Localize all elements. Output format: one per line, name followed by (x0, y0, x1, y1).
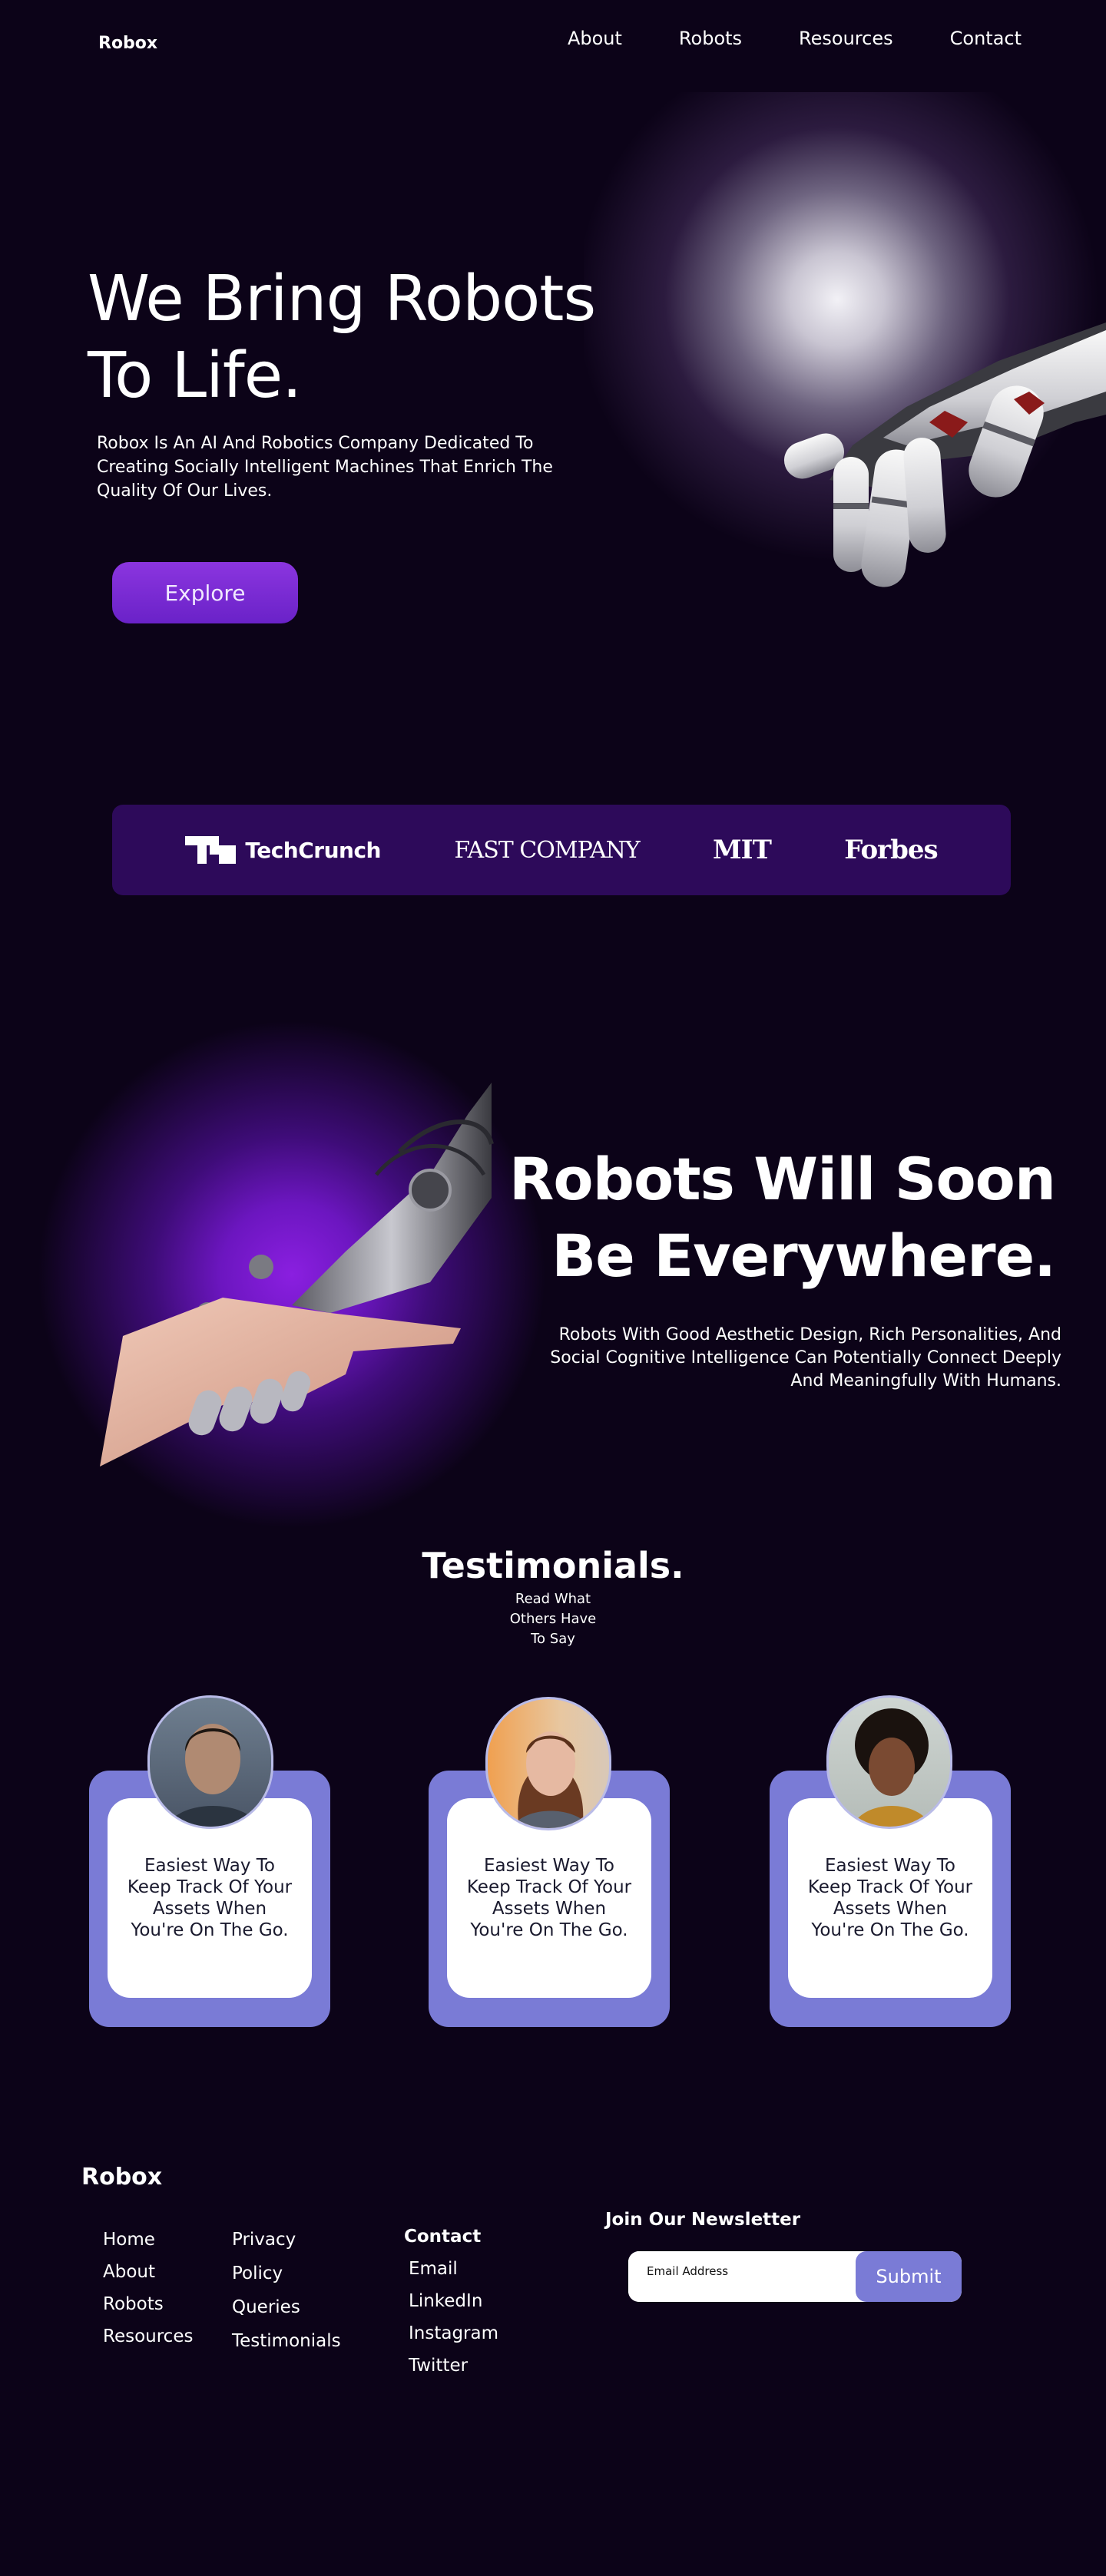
footer-column-info: Privacy Policy Queries Testimonials (232, 2230, 341, 2351)
person-3-image (852, 1708, 932, 1827)
fastcompany-wordmark: FAST COMPANY (454, 836, 640, 864)
mit-wordmark: MIT (713, 835, 772, 865)
submit-button[interactable]: Submit (856, 2251, 962, 2302)
section-subtitle: Robots With Good Aesthetic Design, Rich … (550, 1325, 1061, 1391)
brand-logo[interactable]: Robox (98, 34, 157, 53)
handshake-image (100, 1083, 494, 1467)
footer-link-instagram[interactable]: Instagram (404, 2323, 498, 2343)
newsletter-title: Join Our Newsletter (605, 2210, 801, 2230)
robot-hand-image (783, 322, 1106, 587)
footer-link-linkedin[interactable]: LinkedIn (404, 2291, 498, 2311)
press-logos-bar: TechCrunch FAST COMPANY MIT Forbes (112, 805, 1011, 895)
footer-link-robots[interactable]: Robots (103, 2294, 193, 2314)
mit-logo[interactable]: MIT (713, 835, 772, 865)
footer-link-about[interactable]: About (103, 2262, 193, 2282)
footer-link-queries[interactable]: Queries (232, 2297, 341, 2317)
person-2-image (511, 1731, 591, 1828)
footer-logo[interactable]: Robox (81, 2164, 162, 2191)
testimonials-title: Testimonials. (422, 1545, 684, 1586)
techcrunch-mark-icon (185, 836, 237, 864)
avatar (826, 1695, 952, 1829)
explore-button[interactable]: Explore (112, 562, 298, 623)
section-title: Robots Will Soon Be Everywhere. (508, 1145, 1056, 1290)
newsletter-form: Submit (628, 2251, 962, 2302)
testimonial-quote: Easiest Way To Keep Track Of Your Assets… (807, 1856, 973, 1940)
footer-link-privacy[interactable]: Privacy (232, 2230, 341, 2250)
email-field[interactable] (628, 2251, 856, 2302)
nav-link-about[interactable]: About (568, 28, 622, 49)
testimonials-subtitle: Read What Others Have To Say (0, 1589, 1106, 1649)
avatar (485, 1697, 611, 1830)
testimonials-subtitle-text: Read What Others Have To Say (509, 1591, 597, 1647)
footer-link-resources[interactable]: Resources (103, 2326, 193, 2346)
footer-contact-heading: Contact (404, 2227, 482, 2247)
techcrunch-logo[interactable]: TechCrunch (185, 836, 381, 864)
fastcompany-logo[interactable]: FAST COMPANY (454, 836, 640, 864)
person-1-image (167, 1724, 259, 1827)
footer-column-contact: Contact Email LinkedIn Instagram Twitter (404, 2227, 498, 2376)
avatar (147, 1695, 273, 1829)
footer-link-policy[interactable]: Policy (232, 2264, 341, 2283)
footer-link-home[interactable]: Home (103, 2230, 193, 2250)
footer-link-twitter[interactable]: Twitter (404, 2356, 498, 2376)
nav-link-resources[interactable]: Resources (799, 28, 893, 49)
footer-link-email[interactable]: Email (404, 2259, 498, 2279)
footer-link-testimonials[interactable]: Testimonials (232, 2331, 341, 2351)
testimonial-quote: Easiest Way To Keep Track Of Your Assets… (466, 1856, 632, 1940)
forbes-wordmark: Forbes (844, 835, 938, 865)
nav-link-robots[interactable]: Robots (679, 28, 742, 49)
hero-title: We Bring Robots To Life. (88, 263, 596, 412)
main-nav: About Robots Resources Contact (511, 28, 1022, 49)
forbes-logo[interactable]: Forbes (844, 835, 938, 865)
techcrunch-wordmark: TechCrunch (245, 837, 381, 863)
nav-link-contact[interactable]: Contact (950, 28, 1022, 49)
hero-subtitle: Robox Is An AI And Robotics Company Dedi… (97, 434, 553, 501)
footer-column-navigation: Home About Robots Resources (103, 2230, 193, 2346)
testimonial-quote: Easiest Way To Keep Track Of Your Assets… (127, 1856, 293, 1940)
